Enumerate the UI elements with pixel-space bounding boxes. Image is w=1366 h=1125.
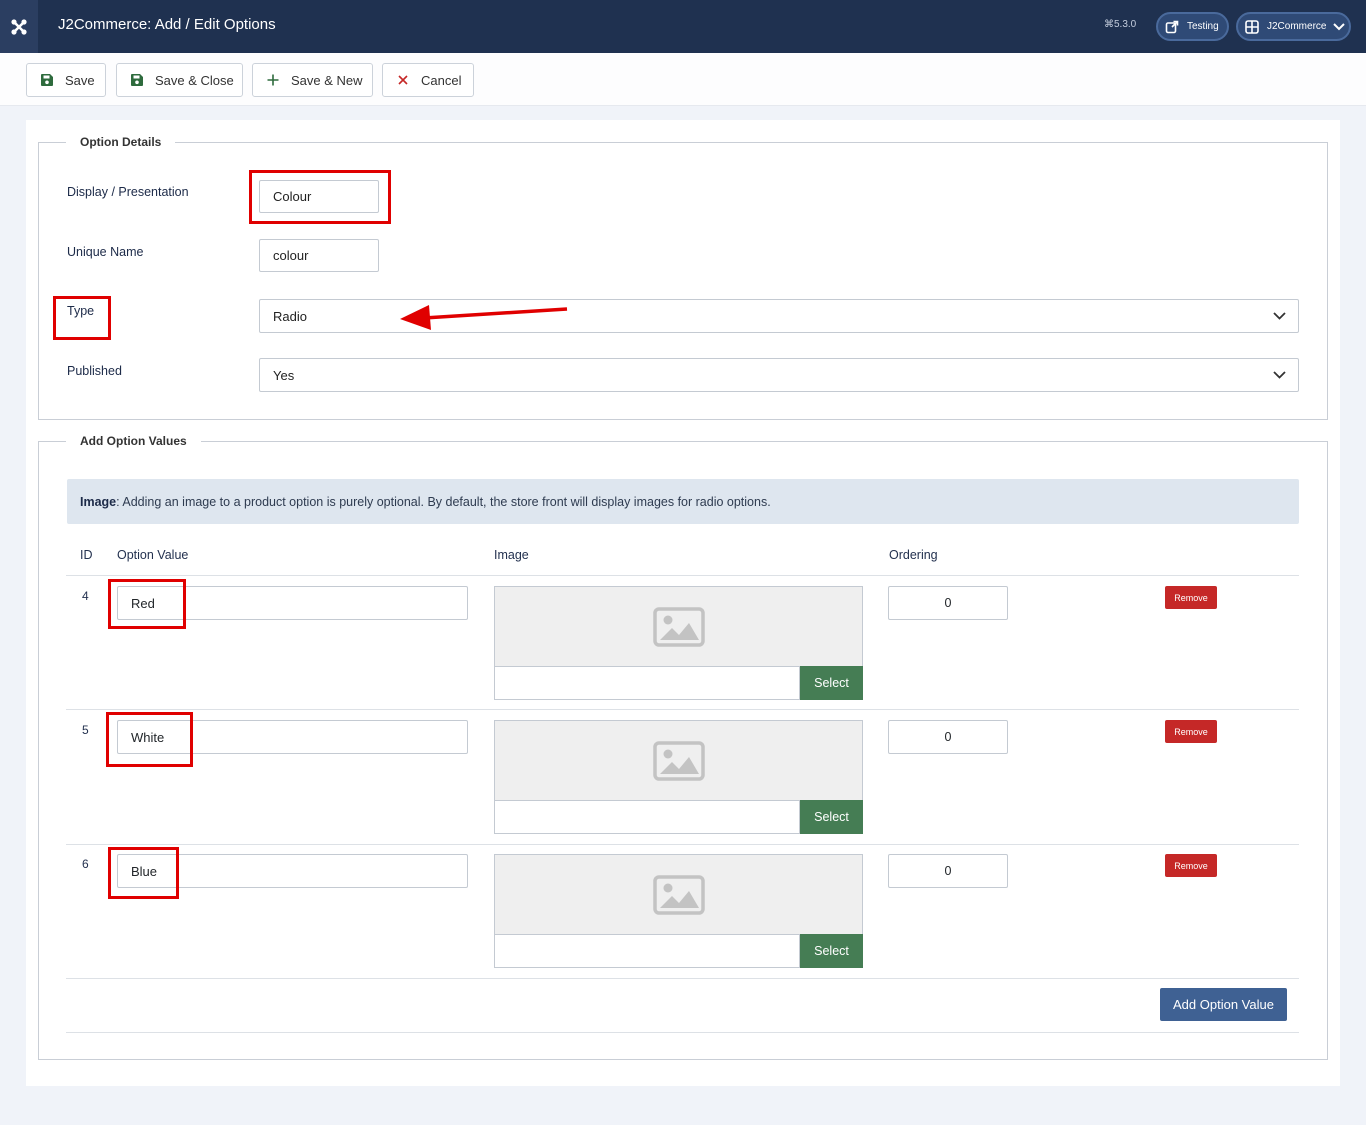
image-preview[interactable] [494, 720, 863, 801]
alert-bold-text: Image [80, 494, 117, 509]
image-preview[interactable] [494, 854, 863, 935]
chevron-down-icon [1333, 22, 1346, 31]
save-button[interactable]: Save [26, 63, 106, 97]
column-header-option-value: Option Value [117, 548, 189, 562]
alert-text: : Adding an image to a product option is… [116, 494, 771, 509]
add-option-value-button[interactable]: Add Option Value [1160, 988, 1287, 1021]
close-icon [396, 73, 410, 87]
image-placeholder-icon [652, 607, 705, 647]
column-header-id: ID [80, 548, 93, 562]
image-info-alert: Image: Adding an image to a product opti… [67, 479, 1299, 524]
row-id: 6 [82, 857, 89, 871]
floppy-disk-icon [130, 73, 144, 87]
floppy-disk-icon [40, 73, 54, 87]
page-title: J2Commerce: Add / Edit Options [58, 16, 276, 33]
image-placeholder-icon [652, 875, 705, 915]
cancel-label: Cancel [421, 72, 462, 88]
ordering-input[interactable]: 0 [888, 854, 1008, 888]
unique-name-label: Unique Name [67, 245, 144, 259]
annotation-highlight-box [53, 296, 111, 340]
joomla-small-icon: ⌘ [1104, 19, 1114, 30]
grid-icon [1241, 16, 1262, 37]
add-option-values-legend: Add Option Values [66, 434, 201, 448]
published-label: Published [67, 364, 122, 378]
image-path-input[interactable] [494, 666, 800, 700]
select-image-button[interactable]: Select [800, 800, 863, 834]
ordering-input[interactable]: 0 [888, 586, 1008, 620]
published-select[interactable]: Yes [259, 358, 1299, 392]
footer-divider [66, 1032, 1299, 1033]
j2commerce-menu[interactable]: J2Commerce [1236, 12, 1351, 41]
row-divider [66, 709, 1299, 710]
row-id: 4 [82, 589, 89, 603]
chevron-down-icon [1260, 300, 1298, 332]
chevron-down-icon [1260, 359, 1298, 391]
row-divider [66, 978, 1299, 979]
table-divider [66, 575, 1299, 576]
annotation-arrow-icon [400, 305, 568, 330]
select-image-button[interactable]: Select [800, 666, 863, 700]
row-divider [66, 844, 1299, 845]
cancel-button[interactable]: Cancel [382, 63, 474, 97]
annotation-highlight-box [108, 579, 186, 629]
remove-button[interactable]: Remove [1165, 586, 1217, 609]
save-close-button[interactable]: Save & Close [116, 63, 243, 97]
j2commerce-label: J2Commerce [1267, 21, 1327, 32]
remove-button[interactable]: Remove [1165, 720, 1217, 743]
external-link-icon [1161, 16, 1182, 37]
row-id: 5 [82, 723, 89, 737]
image-path-input[interactable] [494, 934, 800, 968]
display-presentation-label: Display / Presentation [67, 185, 189, 199]
option-details-legend: Option Details [66, 135, 176, 149]
annotation-highlight-box [108, 847, 179, 899]
image-path-input[interactable] [494, 800, 800, 834]
plus-icon [266, 73, 280, 87]
annotation-highlight-box [249, 170, 391, 224]
testing-label: Testing [1187, 21, 1219, 32]
testing-site-link[interactable]: Testing [1156, 12, 1229, 41]
action-toolbar: Save Save & Close Save & New Cancel [0, 53, 1366, 106]
joomla-version: ⌘5.3.0 [1104, 19, 1136, 30]
save-new-label: Save & New [291, 72, 363, 88]
unique-name-input[interactable]: colour [259, 239, 379, 272]
image-preview[interactable] [494, 586, 863, 667]
top-header: J2Commerce: Add / Edit Options ⌘5.3.0 Te… [0, 0, 1366, 53]
version-text: 5.3.0 [1114, 19, 1137, 30]
joomla-logo-icon[interactable] [0, 0, 38, 53]
remove-button[interactable]: Remove [1165, 854, 1217, 877]
image-placeholder-icon [652, 741, 705, 781]
save-close-label: Save & Close [155, 72, 234, 88]
select-image-button[interactable]: Select [800, 934, 863, 968]
column-header-ordering: Ordering [889, 548, 938, 562]
column-header-image: Image [494, 548, 529, 562]
save-label: Save [65, 72, 95, 88]
published-select-value: Yes [273, 367, 295, 383]
save-new-button[interactable]: Save & New [252, 63, 373, 97]
annotation-highlight-box [106, 712, 193, 767]
type-select-value: Radio [273, 308, 307, 324]
ordering-input[interactable]: 0 [888, 720, 1008, 754]
